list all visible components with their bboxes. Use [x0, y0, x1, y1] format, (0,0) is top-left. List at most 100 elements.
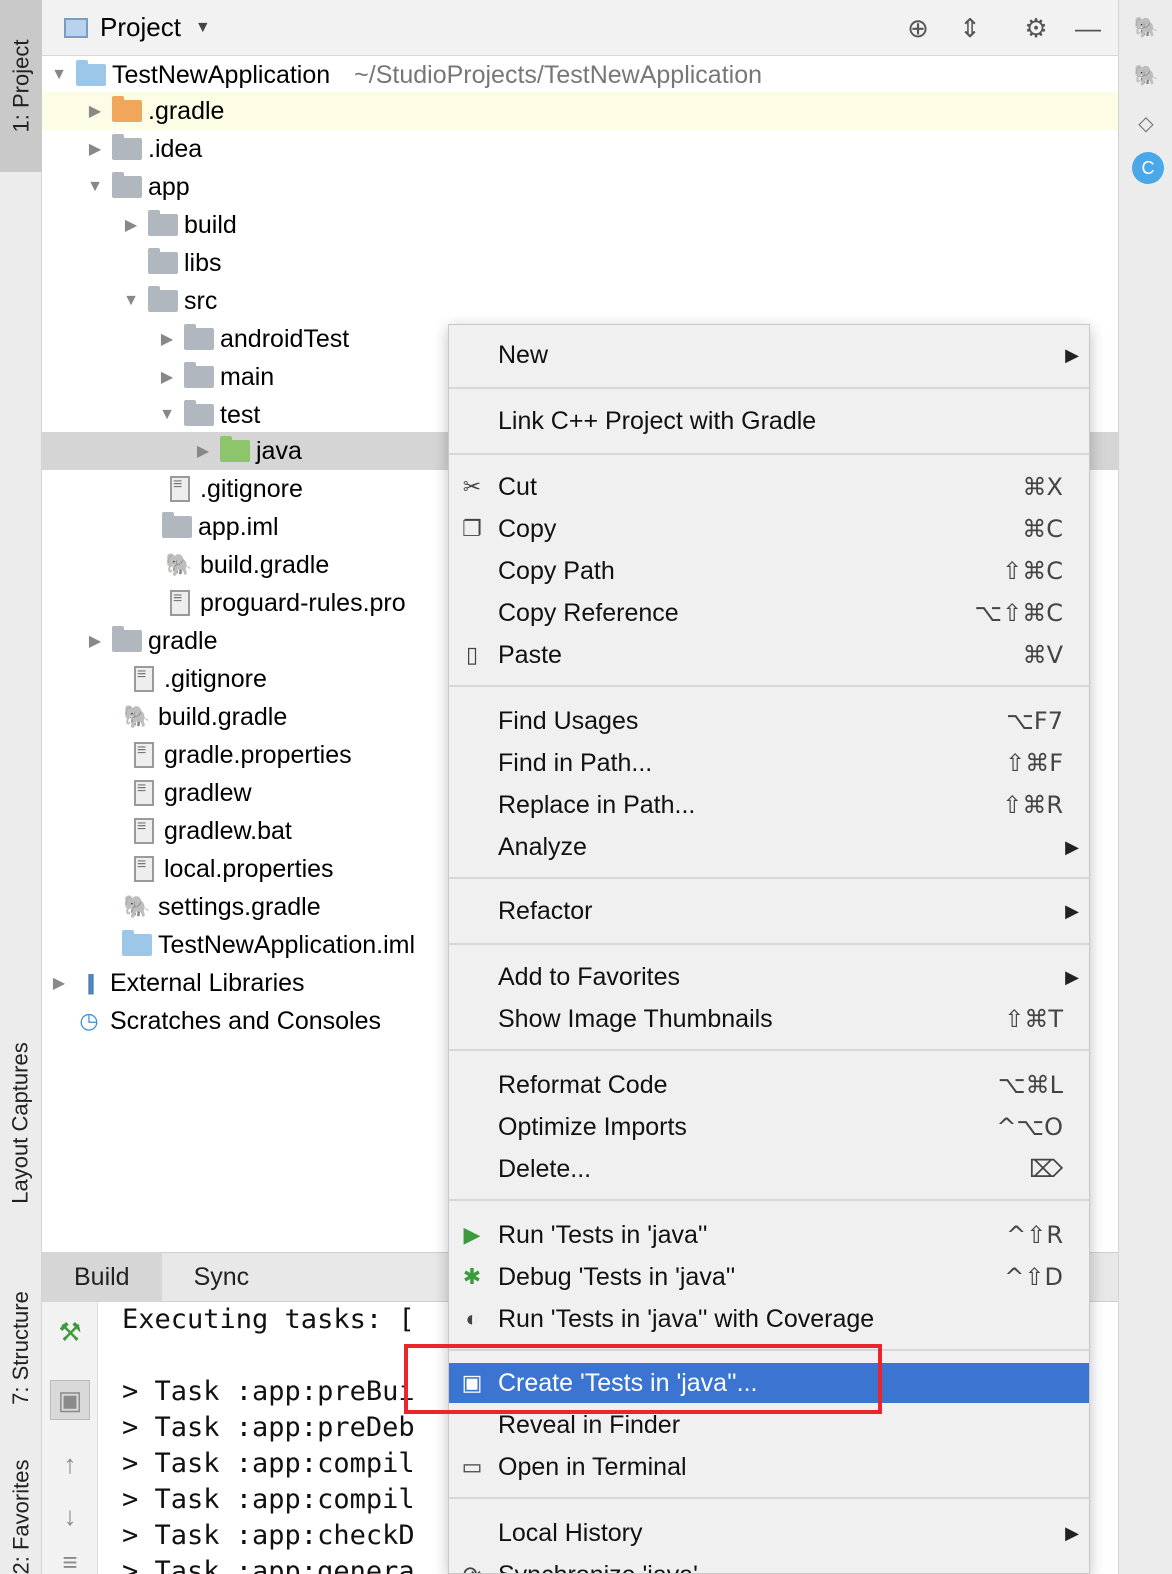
expand-arrow-icon[interactable]: ▶: [86, 101, 104, 121]
folder-icon: [112, 626, 142, 652]
gradle-elephant-icon[interactable]: 🐘: [1131, 60, 1161, 90]
tree-item-libs[interactable]: libs: [42, 244, 1118, 282]
toggle-view-icon[interactable]: ▣: [50, 1380, 90, 1420]
gradle-elephant-icon[interactable]: 🐘: [1131, 12, 1161, 42]
tree-item-label: .gitignore: [200, 474, 303, 503]
code-layout-icon[interactable]: ◇: [1131, 108, 1161, 138]
expand-arrow-icon[interactable]: ▼: [86, 178, 104, 196]
menu-item-delete[interactable]: Delete... ⌦: [449, 1149, 1089, 1189]
sync-icon: ⟳: [457, 1562, 487, 1573]
expand-arrow-icon[interactable]: ▶: [86, 139, 104, 159]
menu-item-analyze[interactable]: Analyze ▶: [449, 827, 1089, 867]
collapse-all-icon[interactable]: ⇕: [954, 12, 986, 44]
menu-item-reformat-code[interactable]: Reformat Code ⌥⌘L: [449, 1065, 1089, 1105]
chevron-down-icon[interactable]: ▼: [195, 19, 211, 37]
menu-item-copy[interactable]: ❐ Copy ⌘C: [449, 509, 1089, 549]
expand-arrow-icon[interactable]: ▶: [158, 329, 176, 349]
text-file-icon: [170, 476, 190, 502]
folder-icon: [184, 324, 214, 350]
menu-item-paste[interactable]: ▯ Paste ⌘V: [449, 635, 1089, 675]
menu-item-synchronize[interactable]: ⟳ Synchronize 'java': [449, 1555, 1089, 1574]
menu-item-copy-reference[interactable]: Copy Reference ⌥⇧⌘C: [449, 593, 1089, 633]
menu-separator: [449, 1497, 1089, 1499]
menu-item-refactor[interactable]: Refactor ▶: [449, 891, 1089, 931]
menu-item-optimize-imports[interactable]: Optimize Imports ^⌥O: [449, 1107, 1089, 1147]
menu-item-open-in-terminal[interactable]: ▭ Open in Terminal: [449, 1447, 1089, 1487]
console-line: > Task :app:genera: [122, 1556, 415, 1574]
expand-arrow-icon[interactable]: ▶: [194, 441, 212, 461]
menu-separator: [449, 387, 1089, 389]
project-view-title[interactable]: Project: [100, 12, 181, 43]
menu-item-debug-tests[interactable]: ✱ Debug 'Tests in 'java'' ^⇧D: [449, 1257, 1089, 1297]
tool-tab-structure[interactable]: 7: Structure: [0, 1270, 42, 1425]
menu-item-link-cpp[interactable]: Link C++ Project with Gradle: [449, 401, 1089, 441]
menu-item-add-to-favorites[interactable]: Add to Favorites ▶: [449, 957, 1089, 997]
menu-item-local-history[interactable]: Local History ▶: [449, 1513, 1089, 1553]
module-file-icon: [122, 930, 152, 956]
expand-arrow-icon[interactable]: ▶: [158, 367, 176, 387]
minimize-icon[interactable]: —: [1072, 12, 1104, 44]
menu-item-shortcut: ⌥⌘L: [997, 1071, 1063, 1099]
tree-item-src[interactable]: ▼ src: [42, 282, 1118, 320]
expand-arrow-icon[interactable]: ▼: [122, 292, 140, 310]
tab-sync[interactable]: Sync: [162, 1252, 282, 1302]
menu-separator: [449, 1349, 1089, 1351]
tool-tab-layout-captures[interactable]: Layout Captures: [0, 1020, 42, 1225]
expand-arrow-icon[interactable]: ▼: [158, 406, 176, 424]
tool-tab-favorites[interactable]: 2: Favorites: [0, 1460, 42, 1574]
text-file-icon: [170, 590, 190, 616]
menu-item-find-usages[interactable]: Find Usages ⌥F7: [449, 701, 1089, 741]
menu-item-shortcut: ⌦: [1029, 1155, 1063, 1183]
class-c-icon[interactable]: C: [1132, 152, 1164, 184]
menu-item-label: Reveal in Finder: [498, 1410, 681, 1439]
menu-item-label: Find in Path...: [498, 748, 653, 777]
tree-item-dot-gradle[interactable]: ▶ .gradle: [42, 92, 1118, 130]
hammer-icon[interactable]: ⚒: [50, 1312, 90, 1352]
project-folder-icon: [76, 60, 106, 86]
menu-item-cut[interactable]: ✂ Cut ⌘X: [449, 467, 1089, 507]
context-menu: New ▶ Link C++ Project with Gradle ✂ Cut…: [448, 324, 1090, 1574]
console-line: > Task :app:compil: [122, 1448, 415, 1479]
menu-item-create-tests[interactable]: ▣ Create 'Tests in 'java''...: [449, 1363, 1089, 1403]
menu-item-new[interactable]: New ▶: [449, 335, 1089, 375]
tab-build[interactable]: Build: [42, 1252, 162, 1302]
text-file-icon: [134, 780, 154, 806]
folder-icon: [112, 96, 142, 122]
tree-item-idea[interactable]: ▶ .idea: [42, 130, 1118, 168]
tool-tab-project[interactable]: 1: Project: [0, 0, 42, 172]
locate-crosshair-icon[interactable]: ⊕: [902, 12, 934, 44]
menu-item-copy-path[interactable]: Copy Path ⇧⌘C: [449, 551, 1089, 591]
arrow-up-icon[interactable]: ↑: [50, 1444, 90, 1484]
menu-item-label: Copy Path: [498, 556, 615, 585]
folder-icon: [184, 400, 214, 426]
expand-arrow-icon[interactable]: ▶: [122, 215, 140, 235]
menu-item-label: Find Usages: [498, 706, 639, 735]
gradle-elephant-icon: 🐘: [123, 704, 151, 729]
tree-item-label: local.properties: [164, 854, 334, 883]
tree-item-app[interactable]: ▼ app: [42, 168, 1118, 206]
menu-item-label: Show Image Thumbnails: [498, 1004, 773, 1033]
module-folder-icon: [112, 172, 142, 198]
menu-item-run-tests[interactable]: ▶ Run 'Tests in 'java'' ^⇧R: [449, 1215, 1089, 1255]
menu-item-show-thumbnails[interactable]: Show Image Thumbnails ⇧⌘T: [449, 999, 1089, 1039]
menu-item-reveal-in-finder[interactable]: Reveal in Finder: [449, 1405, 1089, 1445]
menu-item-run-with-coverage[interactable]: ◐ Run 'Tests in 'java'' with Coverage: [449, 1299, 1089, 1339]
tool-tab-structure-label: 7: Structure: [8, 1290, 33, 1405]
gear-icon[interactable]: ⚙: [1020, 12, 1052, 44]
menu-item-shortcut: ^⌥O: [996, 1113, 1063, 1141]
tree-item-root[interactable]: ▼ TestNewApplication ~/StudioProjects/Te…: [42, 56, 1118, 94]
menu-item-label: Reformat Code: [498, 1070, 668, 1099]
expand-arrow-icon[interactable]: ▼: [50, 66, 68, 84]
menu-item-shortcut: ⌘X: [1022, 473, 1063, 501]
console-line: > Task :app:preBui: [122, 1376, 415, 1407]
arrow-down-icon[interactable]: ↓: [50, 1496, 90, 1536]
expand-arrow-icon[interactable]: ▶: [86, 631, 104, 651]
menu-item-shortcut: ⇧⌘F: [1005, 749, 1063, 777]
menu-item-replace-in-path[interactable]: Replace in Path... ⇧⌘R: [449, 785, 1089, 825]
expand-arrow-icon[interactable]: ▶: [50, 973, 68, 993]
menu-lines-icon[interactable]: ≡: [50, 1542, 90, 1574]
tree-item-label: app: [148, 172, 190, 201]
menu-item-find-in-path[interactable]: Find in Path... ⇧⌘F: [449, 743, 1089, 783]
menu-item-shortcut: ⌥⇧⌘C: [974, 599, 1063, 627]
tree-item-build[interactable]: ▶ build: [42, 206, 1118, 244]
